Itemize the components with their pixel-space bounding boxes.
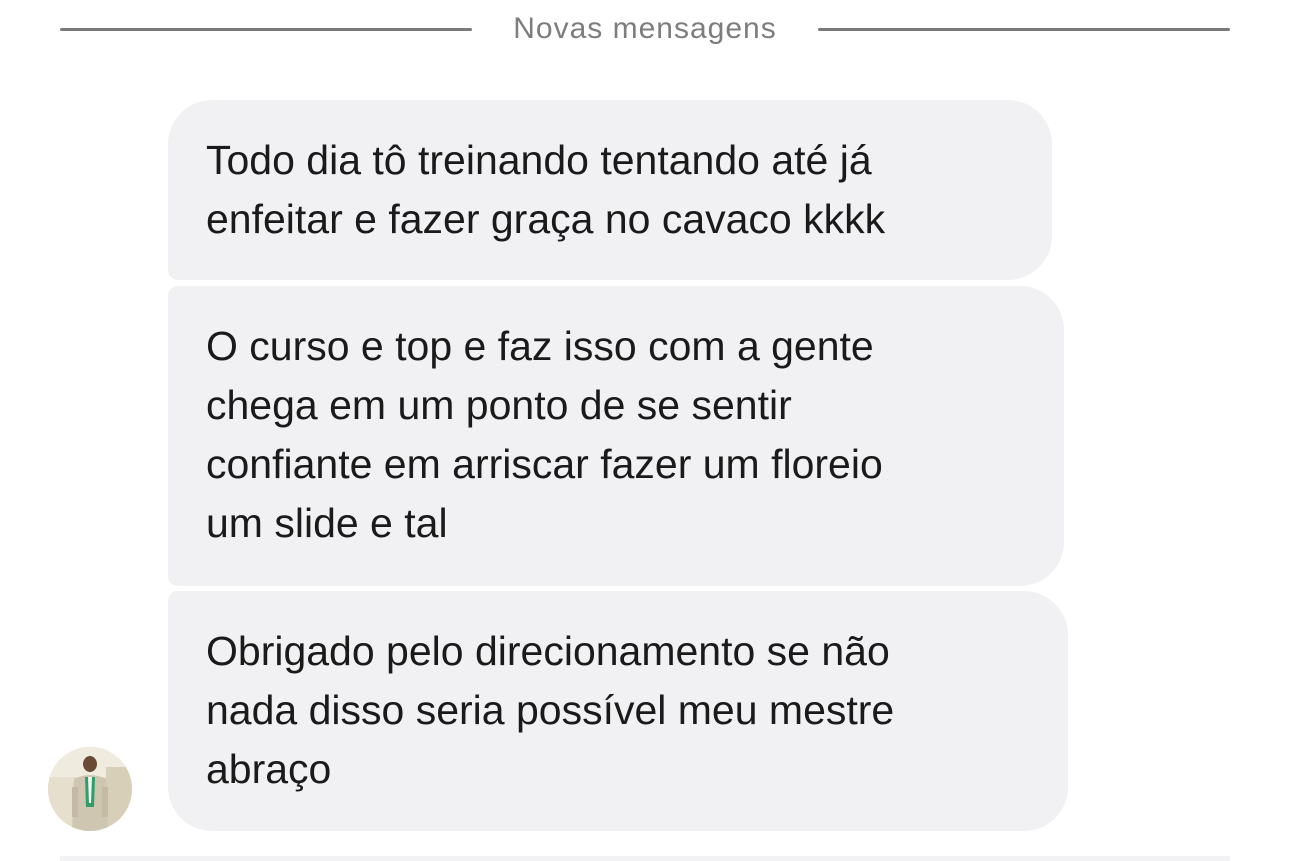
message-bubble[interactable]: Todo dia tô treinando tentando até já en… [168,100,1052,280]
composer-edge [60,856,1230,861]
sender-avatar[interactable] [48,747,132,831]
new-messages-label: Novas mensagens [513,12,777,45]
message-text: Obrigado pelo direcionamento se não nada… [206,628,895,792]
message-bubble[interactable]: O curso e top e faz isso com a gente che… [168,286,1064,586]
person-avatar-icon [48,747,132,831]
new-messages-divider: Novas mensagens [60,8,1230,52]
message-text: O curso e top e faz isso com a gente che… [206,323,883,546]
divider-line-left [60,28,472,31]
message-text: Todo dia tô treinando tentando até já en… [206,137,886,242]
divider-line-right [818,28,1230,31]
message-bubble[interactable]: Obrigado pelo direcionamento se não nada… [168,591,1068,831]
